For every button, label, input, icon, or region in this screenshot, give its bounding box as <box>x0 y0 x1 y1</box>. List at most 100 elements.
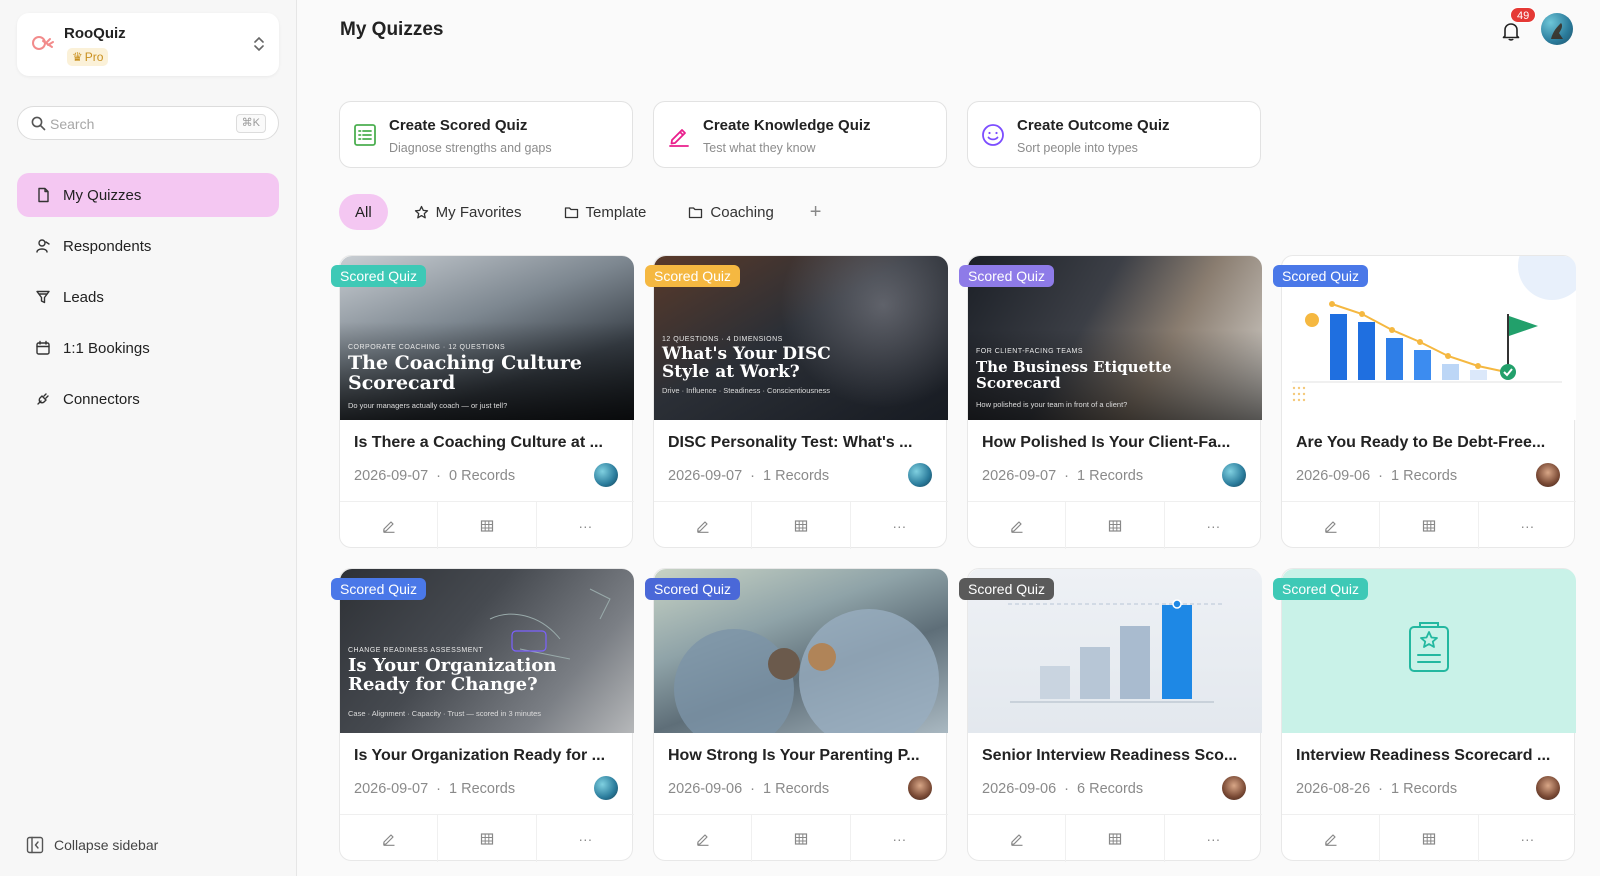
more-options-button[interactable]: ··· <box>851 815 948 862</box>
results-table-button[interactable] <box>752 502 851 549</box>
create-outcome-quiz-button[interactable]: Create Outcome Quiz Sort people into typ… <box>967 101 1261 168</box>
filter-coaching[interactable]: Coaching <box>672 194 789 230</box>
results-table-button[interactable] <box>1380 815 1479 862</box>
quiz-meta: 2026-09-07 · 1 Records <box>668 468 830 484</box>
quiz-actions: ··· <box>340 501 634 549</box>
quiz-date: 2026-08-26 <box>1296 781 1371 797</box>
collapse-sidebar-label: Collapse sidebar <box>54 837 159 853</box>
search-input[interactable] <box>50 114 230 134</box>
sidebar-item-leads[interactable]: Leads <box>17 275 279 319</box>
quiz-date: 2026-09-07 <box>982 468 1057 484</box>
sidebar-item-bookings[interactable]: 1:1 Bookings <box>17 326 279 370</box>
owner-avatar <box>908 776 932 800</box>
table-icon <box>794 519 808 532</box>
more-options-button[interactable]: ··· <box>1165 502 1262 549</box>
table-icon <box>1422 519 1436 532</box>
more-options-button[interactable]: ··· <box>1479 815 1576 862</box>
results-table-button[interactable] <box>1066 502 1165 549</box>
quiz-date: 2026-09-07 <box>668 468 743 484</box>
quiz-title: How Polished Is Your Client-Fa... <box>982 434 1231 451</box>
sidebar-nav: My Quizzes Respondents Leads 1:1 Booking… <box>17 173 279 428</box>
create-card-title: Create Scored Quiz <box>389 117 528 134</box>
more-options-button[interactable]: ··· <box>537 502 634 549</box>
sidebar-item-label: 1:1 Bookings <box>63 339 150 357</box>
results-table-button[interactable] <box>1380 502 1479 549</box>
more-icon: ··· <box>1520 830 1535 847</box>
pencil-icon <box>696 833 709 846</box>
filter-my-favorites[interactable]: My Favorites <box>398 194 538 230</box>
users-icon <box>36 239 50 253</box>
quiz-card[interactable]: CHANGE READINESS ASSESSMENT Is Your Orga… <box>331 568 634 862</box>
quiz-grid: CORPORATE COACHING · 12 QUESTIONS The Co… <box>331 255 1576 862</box>
quiz-card[interactable]: Scored Quiz Are You Ready to Be Debt-Fre… <box>1273 255 1576 549</box>
results-table-button[interactable] <box>752 815 851 862</box>
add-folder-button[interactable]: + <box>800 194 832 230</box>
more-options-button[interactable]: ··· <box>537 815 634 862</box>
quiz-meta: 2026-09-07 · 1 Records <box>982 468 1144 484</box>
results-table-button[interactable] <box>1066 815 1165 862</box>
quiz-card[interactable]: Scored Quiz Interview Readiness Scorecar… <box>1273 568 1576 862</box>
create-scored-quiz-button[interactable]: Create Scored Quiz Diagnose strengths an… <box>339 101 633 168</box>
filter-all[interactable]: All <box>339 194 388 230</box>
pencil-icon <box>1010 520 1023 533</box>
filter-template[interactable]: Template <box>548 194 663 230</box>
more-icon: ··· <box>1520 517 1535 534</box>
quiz-card[interactable]: CORPORATE COACHING · 12 QUESTIONS The Co… <box>331 255 634 549</box>
edit-button[interactable] <box>654 502 753 549</box>
quiz-type-tag: Scored Quiz <box>331 265 427 287</box>
quiz-type-tag: Scored Quiz <box>959 578 1055 600</box>
workspace-switcher[interactable]: RooQuiz ♛ Pro <box>17 13 279 76</box>
filter-label: Template <box>585 203 647 221</box>
collapse-sidebar-button[interactable]: Collapse sidebar <box>26 836 158 854</box>
thumb-title: The Coaching Culture Scorecard <box>348 352 582 394</box>
edit-button[interactable] <box>968 815 1067 862</box>
thumb-subtitle: Do your managers actually coach — or jus… <box>348 401 508 410</box>
quiz-records: 1 Records <box>1391 781 1458 797</box>
quiz-card[interactable]: 12 QUESTIONS · 4 DIMENSIONS What's Your … <box>645 255 948 549</box>
edit-button[interactable] <box>1282 502 1381 549</box>
edit-button[interactable] <box>340 815 439 862</box>
more-options-button[interactable]: ··· <box>1165 815 1262 862</box>
sidebar-item-label: My Quizzes <box>63 186 142 204</box>
thumb-kicker: FOR CLIENT-FACING TEAMS <box>976 348 1084 355</box>
plan-badge: ♛ Pro <box>67 48 109 66</box>
quiz-actions: ··· <box>1282 501 1576 549</box>
more-options-button[interactable]: ··· <box>851 502 948 549</box>
quiz-card[interactable]: Scored Quiz How Strong Is Your Parenting… <box>645 568 948 862</box>
quiz-title: Senior Interview Readiness Sco... <box>982 747 1238 764</box>
quiz-type-tag: Scored Quiz <box>1273 578 1369 600</box>
owner-avatar <box>1222 463 1246 487</box>
search-box[interactable]: ⌘K <box>17 106 279 140</box>
thumb-title: The Business Etiquette Scorecard <box>976 358 1172 392</box>
more-options-button[interactable]: ··· <box>1479 502 1576 549</box>
quiz-card[interactable]: Scored Quiz Senior Interview Readiness S… <box>959 568 1262 862</box>
pencil-icon <box>696 520 709 533</box>
edit-button[interactable] <box>654 815 753 862</box>
folder-icon <box>564 206 578 218</box>
table-icon <box>794 832 808 845</box>
sidebar-item-my-quizzes[interactable]: My Quizzes <box>17 173 279 217</box>
quiz-type-tag: Scored Quiz <box>1273 265 1369 287</box>
edit-button[interactable] <box>1282 815 1381 862</box>
table-icon <box>480 519 494 532</box>
create-quiz-row: Create Scored Quiz Diagnose strengths an… <box>339 101 1261 168</box>
results-table-button[interactable] <box>438 502 537 549</box>
thumb-title: Is Your Organization Ready for Change? <box>348 655 557 695</box>
results-table-button[interactable] <box>438 815 537 862</box>
sidebar-item-connectors[interactable]: Connectors <box>17 377 279 421</box>
table-icon <box>1108 832 1122 845</box>
thumb-subtitle: Drive · Influence · Steadiness · Conscie… <box>662 386 830 395</box>
quiz-actions: ··· <box>654 501 948 549</box>
quiz-card[interactable]: FOR CLIENT-FACING TEAMS The Business Eti… <box>959 255 1262 549</box>
sidebar-item-respondents[interactable]: Respondents <box>17 224 279 268</box>
table-icon <box>1422 832 1436 845</box>
quiz-type-tag: Scored Quiz <box>959 265 1055 287</box>
edit-button[interactable] <box>340 502 439 549</box>
create-knowledge-quiz-button[interactable]: Create Knowledge Quiz Test what they kno… <box>653 101 947 168</box>
pen-icon <box>669 129 689 147</box>
bell-icon[interactable] <box>1500 20 1522 42</box>
edit-button[interactable] <box>968 502 1067 549</box>
user-avatar[interactable] <box>1541 13 1573 45</box>
quiz-date: 2026-09-06 <box>982 781 1057 797</box>
calendar-icon <box>36 340 50 355</box>
